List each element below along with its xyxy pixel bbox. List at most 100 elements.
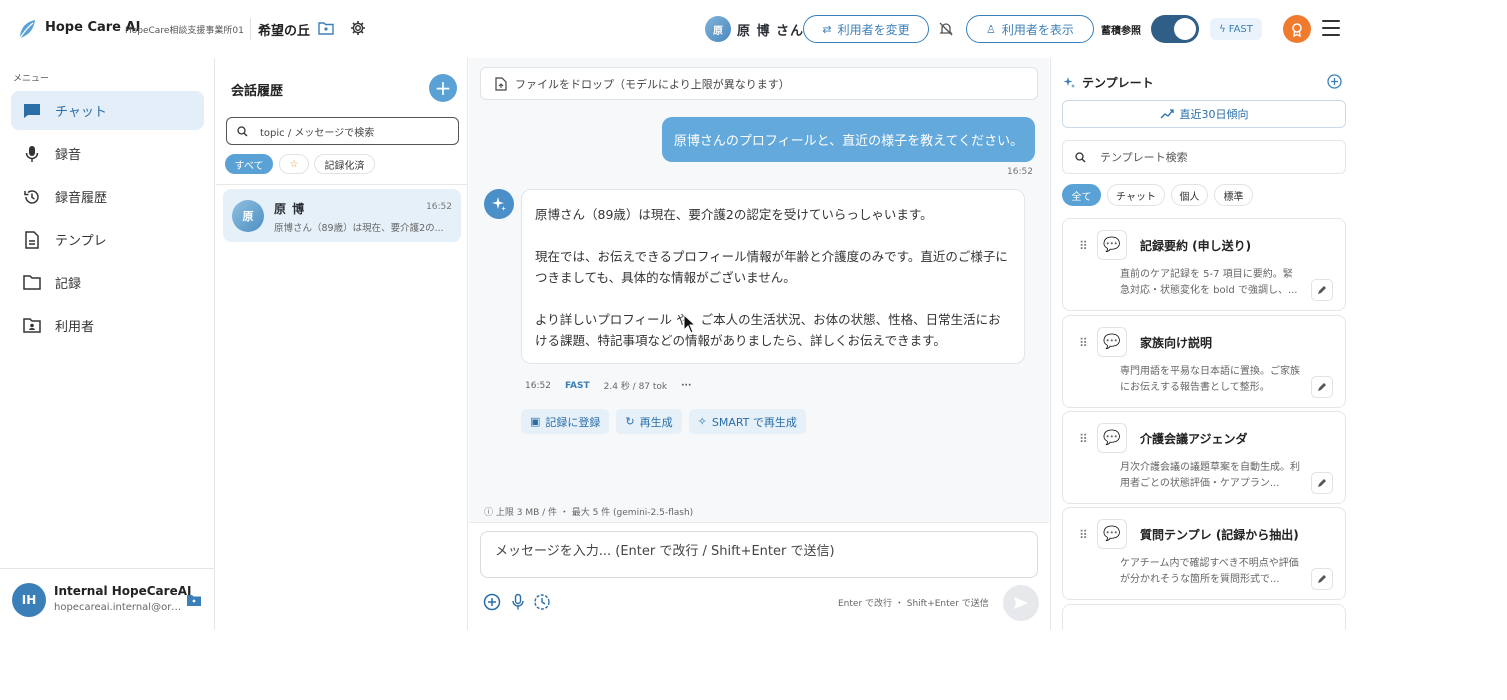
refresh-icon: ↻ [625, 415, 635, 428]
drag-handle-icon[interactable]: ⠿ [1079, 432, 1088, 446]
person-icon: ♙ [986, 22, 996, 36]
bolt-icon: ϟ [1219, 23, 1226, 35]
regenerate-label: 再生成 [639, 415, 673, 429]
show-user-button[interactable]: ♙ 利用者を表示 [966, 15, 1094, 43]
account-folder-icon[interactable] [187, 594, 201, 606]
sidebar-item-label: 記録 [55, 277, 82, 292]
sidebar-item-recording[interactable]: 録音 [11, 134, 204, 173]
history-search-input[interactable]: topic / メッセージで検索 [226, 117, 459, 145]
template-search-input[interactable]: テンプレート検索 [1062, 140, 1346, 174]
template-title: 質問テンプレ (記録から抽出) [1140, 528, 1299, 542]
magic-wand-icon: ✧ [697, 415, 707, 428]
top-header: Hope Care AI HopeCare相談支援事業所01 希望の丘 原 原 … [0, 0, 1356, 58]
send-button[interactable] [1003, 585, 1039, 621]
add-attachment-icon[interactable] [483, 593, 501, 611]
drag-handle-icon[interactable]: ⠿ [1079, 239, 1088, 253]
sidebar-item-label: テンプレ [55, 234, 107, 249]
drag-handle-icon[interactable]: ⠿ [1079, 336, 1088, 350]
toggle-knob [1174, 18, 1196, 40]
sidebar-item-templates[interactable]: テンプレ [11, 220, 204, 259]
history-icon [23, 188, 41, 206]
mic-icon [23, 145, 41, 163]
template-card[interactable]: ⠿ 💬 質問テンプレ (記録から抽出) ケアチーム内で確認すべき不明点や評価が分… [1062, 507, 1346, 600]
ai-message: 原博さん（89歳）は現在、要介護2の認定を受けていらっしゃいます。 現在では、お… [521, 189, 1025, 364]
file-dropzone[interactable]: ファイルをドロップ（モデルにより上限が異なります） [480, 67, 1038, 100]
filter-starred-chip[interactable]: ☆ [279, 154, 309, 174]
save-to-record-label: 記録に登録 [545, 415, 601, 429]
save-icon: ▣ [530, 415, 541, 428]
sidebar-item-records[interactable]: 記録 [11, 263, 204, 302]
template-filter-chat[interactable]: チャット [1107, 184, 1165, 206]
more-options-icon[interactable]: ··· [681, 381, 691, 391]
account-email: hopecareai.internal@orde... [54, 602, 182, 613]
trend-chart-icon [1160, 109, 1174, 119]
new-conversation-button[interactable]: + [429, 74, 457, 102]
regenerate-button[interactable]: ↻ 再生成 [616, 409, 682, 434]
trend-30-days-button[interactable]: 直近30日傾向 [1062, 100, 1346, 128]
template-filter-standard[interactable]: 標準 [1214, 184, 1253, 206]
facility-folder-icon[interactable] [318, 21, 334, 35]
filter-recorded-chip[interactable]: 記録化済 [314, 154, 375, 174]
send-icon [1014, 597, 1028, 609]
template-description: 専門用語を平易な日本語に置換。ご家族にお伝えする報告書として整形。 [1120, 366, 1300, 393]
account-footer[interactable]: IH Internal HopeCareAI hopecareai.intern… [0, 568, 215, 630]
current-user-avatar: 原 [705, 16, 731, 42]
conversation-preview: 原博さん（89歳）は現在、要介護2の... [274, 223, 444, 234]
document-icon [23, 230, 41, 249]
send-hint: Enter で改行 ・ Shift+Enter で送信 [838, 599, 989, 609]
search-icon [1075, 151, 1086, 162]
message-input[interactable]: メッセージを入力... (Enter で改行 / Shift+Enter で送信… [480, 531, 1038, 578]
template-card[interactable]: ⠿ 💬 記録要約 (申し送り) 直前のケア記録を 5-7 項目に要約。緊急対応・… [1062, 218, 1346, 311]
template-card[interactable]: ⠿ 💬 介護会議アジェンダ 月次介護会議の議題草案を自動生成。利用者ごとの状態評… [1062, 411, 1346, 504]
template-description: ケアチーム内で確認すべき不明点や評価が分かれそうな箇所を質問形式で... [1120, 558, 1299, 585]
profile-avatar-icon[interactable] [1283, 15, 1311, 43]
office-name: HopeCare相談支援事業所01 [125, 26, 244, 36]
filter-all-chip[interactable]: すべて [225, 154, 273, 174]
conversation-item[interactable]: 原 原 博 16:52 原博さん（89歳）は現在、要介護2の... [223, 189, 461, 242]
settings-gear-icon[interactable] [350, 20, 366, 36]
mic-input-icon[interactable] [509, 593, 527, 611]
speech-bubble-icon: 💬 [1097, 230, 1127, 260]
template-search-placeholder: テンプレート検索 [1100, 151, 1188, 164]
save-to-record-button[interactable]: ▣ 記録に登録 [521, 409, 610, 434]
user-message-time: 16:52 [1007, 167, 1033, 177]
sidebar-item-label: 利用者 [55, 320, 95, 335]
template-card[interactable]: ⠿ 💬 家族向け説明 専門用語を平易な日本語に置換。ご家族にお伝えする報告書とし… [1062, 315, 1346, 408]
chat-icon [23, 102, 41, 120]
user-message: 原博さんのプロフィールと、直近の様子を教えてください。 [662, 117, 1035, 162]
smart-regenerate-label: SMART で再生成 [711, 415, 797, 429]
speech-bubble-icon: 💬 [1097, 519, 1127, 549]
edit-pencil-icon[interactable] [1311, 376, 1333, 398]
accumulate-toggle[interactable] [1151, 15, 1199, 43]
app-window: Hope Care AI HopeCare相談支援事業所01 希望の丘 原 原 … [0, 0, 1356, 630]
speech-bubble-icon: 💬 [1097, 327, 1127, 357]
template-card[interactable] [1062, 604, 1346, 630]
drag-handle-icon[interactable]: ⠿ [1079, 528, 1088, 542]
sidebar-item-chat[interactable]: チャット [11, 91, 204, 130]
template-title: 家族向け説明 [1140, 336, 1213, 350]
show-user-label: 利用者を表示 [1001, 22, 1074, 37]
edit-pencil-icon[interactable] [1311, 472, 1333, 494]
sidebar-item-recording-history[interactable]: 録音履歴 [11, 177, 204, 216]
trend-label: 直近30日傾向 [1179, 108, 1249, 121]
badge-icon [1292, 23, 1302, 37]
change-user-button[interactable]: ⇄ 利用者を変更 [803, 15, 929, 43]
smart-regenerate-button[interactable]: ✧ SMART で再生成 [688, 409, 806, 434]
current-user-name: 原 博 さん [737, 24, 805, 39]
template-filter-personal[interactable]: 個人 [1171, 184, 1208, 206]
mode-badge[interactable]: ϟ FAST [1210, 18, 1262, 40]
edit-pencil-icon[interactable] [1311, 279, 1333, 301]
ai-message-meta: 16:52 FAST 2.4 秒 / 87 tok ··· [525, 379, 691, 393]
edit-pencil-icon[interactable] [1311, 568, 1333, 590]
conversation-avatar: 原 [232, 200, 264, 232]
add-template-icon[interactable] [1327, 74, 1342, 89]
template-filter-all[interactable]: 全て [1062, 184, 1101, 206]
ai-message-time: 16:52 [525, 380, 551, 391]
timer-icon[interactable] [533, 593, 551, 611]
ai-action-bar: ▣ 記録に登録 ↻ 再生成 ✧ SMART で再生成 [521, 409, 806, 434]
hamburger-menu-icon[interactable] [1322, 20, 1340, 36]
upload-limit-note: ⓘ 上限 3 MB / 件 ・ 最大 5 件 (gemini-2.5-flash… [484, 508, 694, 518]
user-folder-icon [23, 317, 41, 335]
notifications-off-icon[interactable] [938, 21, 954, 37]
sidebar-item-users[interactable]: 利用者 [11, 306, 204, 345]
